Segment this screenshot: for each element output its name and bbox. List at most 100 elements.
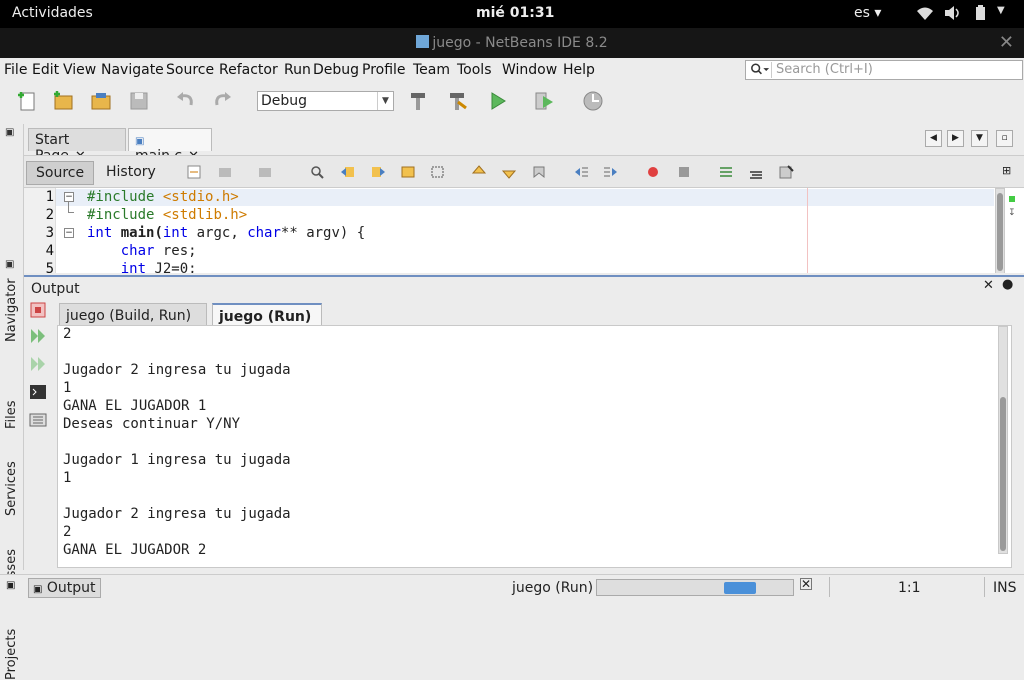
scroll-tabs-left-button[interactable]: ◀ bbox=[925, 130, 942, 147]
show-opened-documents-button[interactable]: ▼ bbox=[971, 130, 988, 147]
clock[interactable]: mié 01:31 bbox=[476, 5, 554, 21]
console-scrollbar[interactable] bbox=[998, 326, 1008, 554]
maximize-window-button[interactable]: ▫ bbox=[996, 130, 1013, 147]
menu-run[interactable]: Run bbox=[284, 62, 311, 78]
menu-tools[interactable]: Tools bbox=[457, 62, 492, 78]
history-mode-button[interactable]: History bbox=[97, 161, 165, 185]
chevron-down-icon[interactable]: ▼ bbox=[377, 92, 393, 110]
debug-project-icon[interactable] bbox=[533, 90, 555, 112]
close-icon[interactable]: ✕ bbox=[983, 278, 994, 293]
tab-main-c[interactable]: ▣ main.c✕ bbox=[128, 128, 212, 164]
run-project-icon[interactable] bbox=[487, 90, 509, 112]
new-file-icon[interactable] bbox=[16, 90, 38, 112]
search-icon[interactable] bbox=[748, 62, 772, 78]
volume-icon[interactable] bbox=[944, 5, 962, 21]
new-project-icon[interactable] bbox=[52, 90, 74, 112]
rerun-icon[interactable] bbox=[29, 327, 47, 345]
menu-window[interactable]: Window bbox=[502, 62, 557, 78]
code-line-3: int main(int argc, char** argv) { bbox=[87, 225, 365, 241]
rectangular-selection-icon[interactable] bbox=[430, 164, 446, 180]
search-input[interactable]: Search (Ctrl+I) bbox=[745, 60, 1023, 80]
uncomment-icon[interactable] bbox=[748, 164, 764, 180]
clean-build-icon[interactable] bbox=[446, 90, 468, 112]
split-editor-icon[interactable]: ⊞ bbox=[1002, 164, 1011, 177]
scrollbar-thumb[interactable] bbox=[997, 193, 1003, 271]
fold-collapse-icon[interactable]: − bbox=[64, 192, 74, 202]
shift-right-icon[interactable] bbox=[603, 164, 619, 180]
menu-debug[interactable]: Debug bbox=[313, 62, 359, 78]
tab-juego-run[interactable]: juego (Run) ✕ bbox=[212, 303, 322, 341]
function-name-token: main( bbox=[112, 225, 163, 241]
editor-scrollbar[interactable] bbox=[995, 188, 1005, 273]
menu-source[interactable]: Source bbox=[166, 62, 214, 78]
validate-icon[interactable] bbox=[778, 164, 794, 180]
menu-refactor[interactable]: Refactor bbox=[219, 62, 278, 78]
menu-file[interactable]: File bbox=[4, 62, 27, 78]
start-macro-recording-icon[interactable] bbox=[645, 164, 661, 180]
activities-button[interactable]: Actividades bbox=[12, 5, 93, 21]
code-editor[interactable]: 1 2 3 4 5 − − #include <stdio.h> #includ… bbox=[24, 187, 1024, 273]
menu-profile[interactable]: Profile bbox=[362, 62, 406, 78]
shift-left-icon[interactable] bbox=[573, 164, 589, 180]
fold-collapse-icon[interactable]: − bbox=[64, 228, 74, 238]
menu-team[interactable]: Team bbox=[413, 62, 450, 78]
tab-juego-build-run[interactable]: juego (Build, Run) ✕ bbox=[59, 303, 207, 340]
output-minimized-button[interactable]: ▣ Output bbox=[28, 578, 101, 598]
window-title: juego - NetBeans IDE 8.2 bbox=[432, 35, 608, 51]
keyword-token: char bbox=[120, 243, 155, 259]
previous-bookmark-icon[interactable] bbox=[471, 164, 487, 180]
editor-toolbar: Source History ⊞ bbox=[24, 155, 1024, 187]
menu-navigate[interactable]: Navigate bbox=[101, 62, 164, 78]
redo-icon[interactable] bbox=[212, 90, 234, 112]
back-icon[interactable] bbox=[217, 164, 233, 180]
build-hammer-icon[interactable] bbox=[407, 90, 429, 112]
undo-icon[interactable] bbox=[174, 90, 196, 112]
stop-macro-recording-icon[interactable] bbox=[676, 164, 692, 180]
language-indicator[interactable]: es ▾ bbox=[854, 5, 881, 21]
side-tab-files[interactable]: Files bbox=[4, 400, 19, 429]
side-tab-projects[interactable]: Projects bbox=[4, 629, 19, 680]
restore-window-group-icon[interactable]: ▣ bbox=[5, 259, 14, 270]
find-next-icon[interactable] bbox=[370, 164, 386, 180]
tab-label: juego (Build, Run) bbox=[66, 308, 192, 324]
error-stripe-ok-icon[interactable] bbox=[1009, 196, 1015, 202]
output-console[interactable]: 2 Jugador 2 ingresa tu jugada 1 GANA EL … bbox=[57, 325, 1012, 568]
output-settings-icon[interactable] bbox=[29, 411, 47, 429]
profile-project-icon[interactable] bbox=[582, 90, 604, 112]
caret-position-marker: ↧ bbox=[1008, 208, 1016, 218]
stop-icon[interactable] bbox=[29, 301, 47, 319]
cancel-task-icon[interactable]: ✕ bbox=[800, 578, 812, 590]
forward-icon[interactable] bbox=[257, 164, 273, 180]
system-top-bar: Actividades mié 01:31 es ▾ ▼ bbox=[0, 0, 1024, 28]
scrollbar-thumb[interactable] bbox=[1000, 397, 1006, 551]
menu-help[interactable]: Help bbox=[563, 62, 595, 78]
source-mode-button[interactable]: Source bbox=[26, 161, 95, 185]
rerun-with-parameters-icon[interactable] bbox=[29, 355, 47, 373]
terminal-icon[interactable] bbox=[29, 383, 47, 401]
system-menu-arrow-icon[interactable]: ▼ bbox=[997, 5, 1005, 16]
open-project-icon[interactable] bbox=[90, 90, 112, 112]
comment-icon[interactable] bbox=[718, 164, 734, 180]
menu-view[interactable]: View bbox=[63, 62, 96, 78]
configuration-value: Debug bbox=[261, 93, 308, 109]
tab-start-page[interactable]: Start Page✕ bbox=[28, 128, 126, 164]
restore-window-group-icon[interactable]: ▣ bbox=[5, 127, 14, 138]
toggle-bookmark-icon[interactable] bbox=[531, 164, 547, 180]
side-tab-navigator[interactable]: Navigator bbox=[4, 278, 19, 342]
line-number: 3 bbox=[45, 225, 54, 241]
side-tab-services[interactable]: Services bbox=[4, 461, 19, 516]
minimize-window-group-icon[interactable]: ● bbox=[1002, 277, 1013, 292]
next-bookmark-icon[interactable] bbox=[501, 164, 517, 180]
find-previous-icon[interactable] bbox=[340, 164, 356, 180]
wifi-icon[interactable] bbox=[916, 5, 934, 21]
find-icon[interactable] bbox=[309, 164, 325, 180]
last-edit-icon[interactable] bbox=[186, 164, 202, 180]
menu-edit[interactable]: Edit bbox=[32, 62, 59, 78]
scroll-tabs-right-button[interactable]: ▶ bbox=[947, 130, 964, 147]
save-all-icon[interactable] bbox=[128, 90, 150, 112]
window-close-button[interactable]: ✕ bbox=[999, 28, 1014, 58]
battery-icon[interactable] bbox=[972, 5, 990, 21]
toggle-highlight-icon[interactable] bbox=[400, 164, 416, 180]
configuration-select[interactable]: Debug ▼ bbox=[257, 91, 394, 111]
restore-window-group-icon[interactable]: ▣ bbox=[6, 580, 15, 591]
